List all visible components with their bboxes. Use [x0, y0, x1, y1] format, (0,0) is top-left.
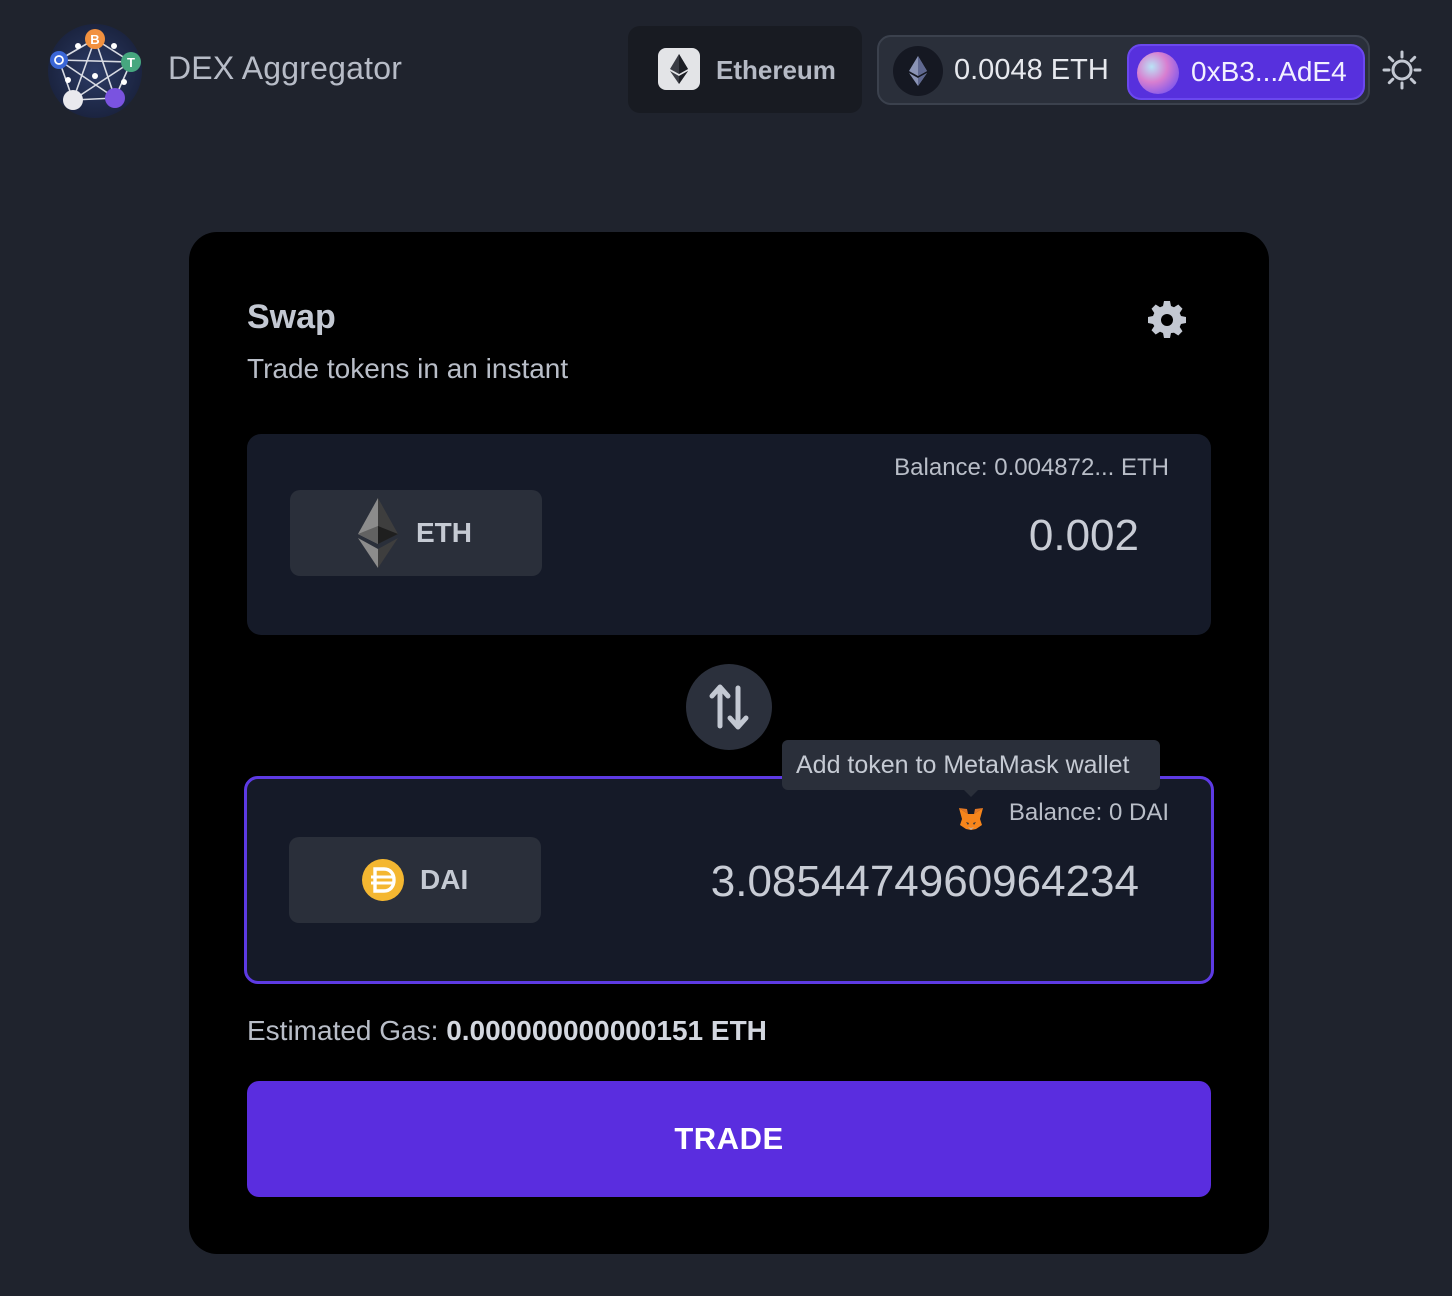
top-bar: B T DEX Aggregator Ethereum 0.0048 ETH 0…: [0, 0, 1452, 140]
gear-icon[interactable]: [1147, 298, 1187, 338]
network-label: Ethereum: [716, 55, 836, 85]
to-balance: Balance: 0 DAI: [1008, 799, 1169, 826]
gas-label: Estimated Gas:: [247, 1015, 447, 1046]
estimated-gas: Estimated Gas: 0.000000000000151 ETH: [247, 1015, 767, 1047]
from-token-panel: Balance: 0.004872... ETH ETH 0.002: [247, 434, 1211, 635]
swap-arrows-icon: [709, 684, 749, 730]
logo-icon[interactable]: B T: [48, 24, 142, 118]
avatar-icon: [1137, 52, 1179, 94]
eth-icon: [356, 496, 400, 570]
sun-icon[interactable]: [1380, 48, 1424, 92]
account-balance: 0.0048 ETH: [954, 54, 1109, 86]
app-title: DEX Aggregator: [168, 50, 403, 86]
trade-button[interactable]: TRADE: [247, 1081, 1211, 1197]
metamask-fox-icon[interactable]: [957, 805, 985, 833]
svg-text:B: B: [90, 32, 99, 47]
swap-card: Swap Trade tokens in an instant Balance:…: [189, 232, 1269, 1254]
ethereum-icon: [658, 48, 700, 90]
wallet-address: 0xB3...AdE4: [1191, 56, 1347, 87]
from-token-symbol: ETH: [416, 517, 472, 548]
to-amount-output: 3.0854474960964234: [710, 857, 1139, 906]
account-pill[interactable]: 0.0048 ETH 0xB3...AdE4: [877, 35, 1370, 105]
dai-icon: [361, 858, 405, 902]
to-token-symbol: DAI: [420, 864, 469, 895]
swap-title: Swap: [247, 298, 336, 336]
address-button[interactable]: 0xB3...AdE4: [1127, 44, 1365, 100]
to-token-selector[interactable]: DAI: [289, 837, 541, 923]
gas-value: 0.000000000000151 ETH: [446, 1015, 767, 1046]
from-balance: Balance: 0.004872... ETH: [894, 454, 1169, 481]
eth-icon: [893, 46, 943, 96]
network-selector-button[interactable]: Ethereum: [628, 26, 862, 113]
svg-text:T: T: [127, 55, 135, 70]
from-token-selector[interactable]: ETH: [290, 490, 542, 576]
from-amount-input[interactable]: 0.002: [1029, 511, 1139, 561]
metamask-tooltip: Add token to MetaMask wallet: [782, 740, 1160, 797]
swap-direction-button[interactable]: [686, 664, 772, 750]
to-token-panel: Balance: 0 DAI DAI 3.0854474960964234: [244, 776, 1214, 984]
swap-subtitle: Trade tokens in an instant: [247, 353, 569, 384]
